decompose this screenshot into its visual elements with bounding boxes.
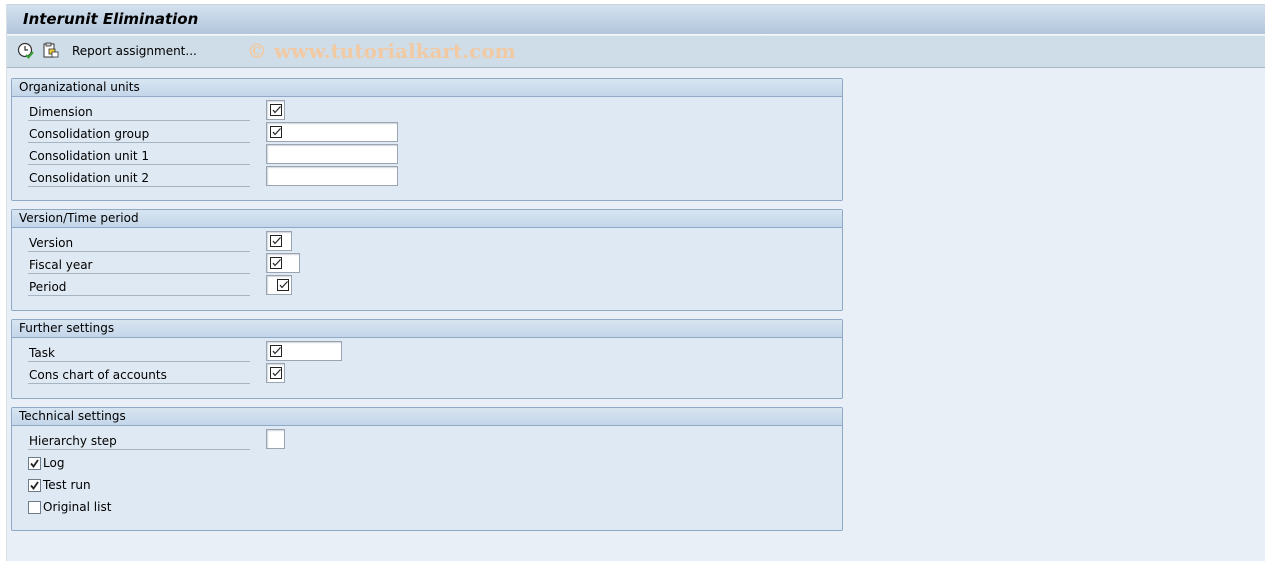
field-label: Consolidation group — [28, 122, 250, 143]
checkmark-icon — [30, 458, 39, 468]
field-label: Consolidation unit 2 — [28, 166, 250, 187]
group-header: Version/Time period — [12, 210, 842, 228]
page-title: Interunit Elimination — [23, 10, 199, 28]
field-label: Cons chart of accounts — [28, 363, 250, 384]
group-organizational-units: Organizational units Dimension Consolida… — [11, 78, 843, 201]
checkbox-label: Test run — [43, 478, 91, 492]
consolidation-unit-1-input[interactable] — [266, 144, 398, 164]
row-consolidation-unit-2: Consolidation unit 2 — [28, 166, 428, 188]
group-version-time-period: Version/Time period Version Fiscal year … — [11, 209, 843, 311]
original-list-checkbox[interactable] — [28, 500, 41, 514]
field-label: Hierarchy step — [28, 429, 250, 450]
group-technical-settings: Technical settings Hierarchy step Log Te… — [11, 407, 843, 531]
row-consolidation-unit-1: Consolidation unit 1 — [28, 144, 428, 166]
field-label: Version — [28, 231, 250, 252]
required-icon — [270, 257, 282, 269]
report-assignment-button[interactable]: Report assignment... — [72, 44, 197, 58]
consolidation-unit-2-input[interactable] — [266, 166, 398, 186]
group-header: Organizational units — [12, 79, 842, 97]
required-icon — [270, 345, 282, 357]
field-label: Period — [28, 275, 250, 296]
sap-screen: Interunit Elimination Report assignment.… — [6, 4, 1265, 561]
period-input[interactable] — [266, 275, 292, 295]
required-icon — [277, 279, 289, 291]
required-icon — [270, 367, 282, 379]
row-cons-chart-of-accounts: Cons chart of accounts — [28, 363, 428, 385]
original-list-checkbox-row[interactable]: Original list — [28, 498, 111, 516]
checkbox-label: Original list — [43, 500, 112, 514]
row-fiscal-year: Fiscal year — [28, 253, 428, 275]
execute-background-icon[interactable] — [17, 42, 35, 60]
test-run-checkbox[interactable] — [28, 478, 41, 492]
consolidation-group-input[interactable] — [266, 122, 398, 142]
log-checkbox[interactable] — [28, 456, 41, 470]
group-header: Technical settings — [12, 408, 842, 426]
application-toolbar: Report assignment... © www.tutorialkart.… — [7, 36, 1265, 68]
row-task: Task — [28, 341, 428, 363]
test-run-checkbox-row[interactable]: Test run — [28, 476, 91, 494]
row-hierarchy-step: Hierarchy step — [28, 429, 428, 451]
watermark: © www.tutorialkart.com — [247, 39, 516, 63]
hierarchy-step-input[interactable] — [266, 429, 285, 449]
fiscal-year-input[interactable] — [266, 253, 300, 273]
dimension-input[interactable] — [266, 100, 285, 120]
task-input[interactable] — [266, 341, 342, 361]
group-further-settings: Further settings Task Cons chart of acco… — [11, 319, 843, 399]
row-period: Period — [28, 275, 428, 297]
required-icon — [270, 235, 282, 247]
row-dimension: Dimension — [28, 100, 428, 122]
checkbox-label: Log — [43, 456, 65, 470]
field-label: Task — [28, 341, 250, 362]
field-label: Fiscal year — [28, 253, 250, 274]
row-version: Version — [28, 231, 428, 253]
row-consolidation-group: Consolidation group — [28, 122, 428, 144]
title-bar: Interunit Elimination — [7, 4, 1265, 35]
required-icon — [270, 126, 282, 138]
checkmark-icon — [30, 480, 39, 490]
field-label: Consolidation unit 1 — [28, 144, 250, 165]
version-input[interactable] — [266, 231, 292, 251]
required-icon — [270, 104, 282, 116]
cons-chart-of-accounts-input[interactable] — [266, 363, 285, 383]
field-label: Dimension — [28, 100, 250, 121]
group-header: Further settings — [12, 320, 842, 338]
report-assignment-icon[interactable] — [42, 42, 60, 60]
log-checkbox-row[interactable]: Log — [28, 454, 64, 472]
